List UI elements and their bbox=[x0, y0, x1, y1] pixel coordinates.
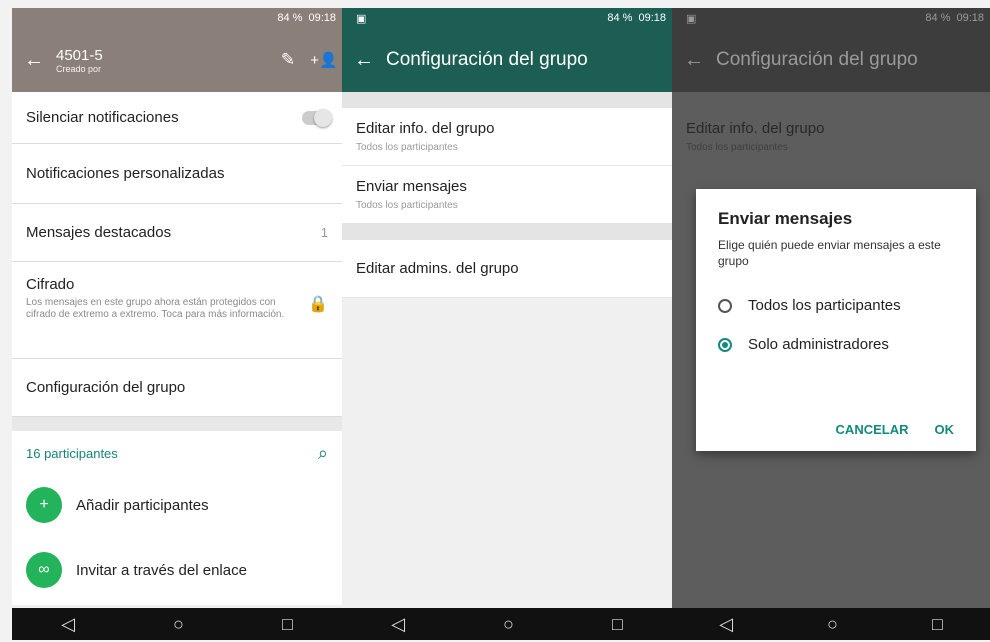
status-bar: ▣ 84 % 09:18 bbox=[342, 8, 672, 28]
screen-title: Configuración del grupo bbox=[386, 49, 588, 70]
back-arrow-icon[interactable]: ← bbox=[12, 49, 56, 72]
app-bar: ← Configuración del grupo bbox=[342, 28, 672, 92]
item-subtitle: Todos los participantes bbox=[356, 200, 458, 211]
navigation-bar: ◁ ○ □ bbox=[672, 608, 990, 640]
option-label: Solo administradores bbox=[748, 336, 889, 353]
recents-nav-icon[interactable]: □ bbox=[932, 614, 943, 635]
navigation-bar: ◁ ○ □ bbox=[12, 608, 342, 640]
status-bar: ▣ 84 % 09:18 bbox=[672, 8, 990, 28]
image-notification-icon: ▣ bbox=[356, 12, 367, 25]
screen-title: Configuración del grupo bbox=[716, 49, 918, 70]
divider bbox=[342, 224, 672, 240]
mute-toggle[interactable] bbox=[302, 108, 332, 127]
add-participants-row[interactable]: + Añadir participantes bbox=[12, 475, 342, 535]
clock: 09:18 bbox=[308, 12, 336, 24]
item-title: Enviar mensajes bbox=[356, 178, 467, 195]
group-name: 4501-5 bbox=[56, 46, 103, 64]
image-notification-icon: ▣ bbox=[686, 12, 697, 25]
battery-level: 84 % bbox=[925, 12, 951, 24]
radio-unchecked-icon[interactable] bbox=[718, 298, 732, 313]
item-title: Editar info. del grupo bbox=[356, 120, 495, 137]
created-by-label: Creado por bbox=[56, 63, 102, 74]
encryption-description: Los mensajes en este grupo ahora están p… bbox=[26, 297, 285, 320]
edit-group-info-item[interactable]: Editar info. del grupo Todos los partici… bbox=[342, 108, 672, 166]
search-icon[interactable]: ⌕ bbox=[318, 443, 328, 464]
participants-header: 16 participantes ⌕ bbox=[12, 431, 342, 475]
dialog-title: Enviar mensajes bbox=[718, 209, 853, 228]
edit-pencil-icon[interactable]: ✎ bbox=[270, 50, 306, 70]
send-messages-dialog-screen: ▣ 84 % 09:18 ← Configuración del grupo E… bbox=[672, 8, 990, 640]
ok-button[interactable]: OK bbox=[935, 422, 955, 437]
option-label: Todos los participantes bbox=[748, 297, 901, 314]
starred-count: 1 bbox=[320, 225, 328, 240]
mute-notifications-row[interactable]: Silenciar notificaciones bbox=[12, 92, 342, 144]
add-person-icon[interactable]: +👤 bbox=[306, 51, 342, 69]
item-subtitle: Todos los participantes bbox=[356, 142, 458, 153]
participants-count: 16 participantes bbox=[26, 445, 118, 461]
mute-label: Silenciar notificaciones bbox=[26, 109, 179, 126]
home-nav-icon[interactable]: ○ bbox=[173, 614, 184, 635]
encryption-row[interactable]: Cifrado Los mensajes en este grupo ahora… bbox=[12, 262, 342, 359]
add-participants-label: Añadir participantes bbox=[76, 496, 209, 514]
group-info-screen: 84 % 09:18 ← 4501-5 Creado por ✎ +👤 Sile… bbox=[12, 8, 342, 640]
cancel-button[interactable]: CANCELAR bbox=[836, 422, 909, 437]
battery-level: 84 % bbox=[607, 12, 633, 24]
lock-icon: 🔒 bbox=[308, 296, 328, 313]
invite-link-label: Invitar a través del enlace bbox=[76, 561, 247, 579]
app-bar: ← Configuración del grupo bbox=[672, 28, 990, 92]
link-icon: ∞ bbox=[26, 552, 62, 588]
recents-nav-icon[interactable]: □ bbox=[612, 614, 623, 635]
battery-level: 84 % bbox=[277, 12, 303, 24]
radio-checked-icon[interactable] bbox=[718, 337, 732, 352]
back-arrow-icon[interactable]: ← bbox=[342, 49, 386, 72]
navigation-bar: ◁ ○ □ bbox=[342, 608, 672, 640]
recents-nav-icon[interactable]: □ bbox=[282, 614, 293, 635]
group-settings-row[interactable]: Configuración del grupo bbox=[12, 359, 342, 417]
home-nav-icon[interactable]: ○ bbox=[827, 614, 838, 635]
invite-link-row[interactable]: ∞ Invitar a través del enlace bbox=[12, 535, 342, 605]
home-nav-icon[interactable]: ○ bbox=[503, 614, 514, 635]
starred-messages-row[interactable]: Mensajes destacados 1 bbox=[12, 204, 342, 262]
edit-admins-item[interactable]: Editar admins. del grupo bbox=[342, 240, 672, 298]
app-bar: ← 4501-5 Creado por ✎ +👤 bbox=[12, 28, 342, 92]
back-nav-icon[interactable]: ◁ bbox=[391, 614, 405, 635]
send-messages-dialog: Enviar mensajes Elige quién puede enviar… bbox=[696, 189, 976, 451]
group-settings-label: Configuración del grupo bbox=[26, 379, 186, 396]
divider bbox=[12, 417, 342, 431]
dialog-message: Elige quién puede enviar mensajes a este… bbox=[718, 238, 941, 268]
add-person-icon: + bbox=[26, 487, 62, 523]
divider bbox=[342, 92, 672, 108]
back-arrow-icon: ← bbox=[684, 48, 704, 71]
option-all-participants[interactable]: Todos los participantes bbox=[718, 297, 954, 314]
starred-label: Mensajes destacados bbox=[26, 224, 172, 241]
custom-notifications-label: Notificaciones personalizadas bbox=[26, 165, 225, 182]
back-nav-icon[interactable]: ◁ bbox=[719, 614, 733, 635]
option-admins-only[interactable]: Solo administradores bbox=[718, 336, 954, 353]
status-bar: 84 % 09:18 bbox=[12, 8, 342, 28]
clock: 09:18 bbox=[956, 12, 984, 24]
send-messages-item[interactable]: Enviar mensajes Todos los participantes bbox=[342, 166, 672, 224]
back-nav-icon[interactable]: ◁ bbox=[61, 614, 75, 635]
clock: 09:18 bbox=[638, 12, 666, 24]
encryption-label: Cifrado bbox=[26, 276, 75, 293]
group-header[interactable]: 4501-5 Creado por bbox=[56, 47, 270, 74]
item-title: Editar admins. del grupo bbox=[356, 260, 519, 277]
custom-notifications-row[interactable]: Notificaciones personalizadas bbox=[12, 144, 342, 204]
group-settings-screen: ▣ 84 % 09:18 ← Configuración del grupo E… bbox=[342, 8, 672, 640]
